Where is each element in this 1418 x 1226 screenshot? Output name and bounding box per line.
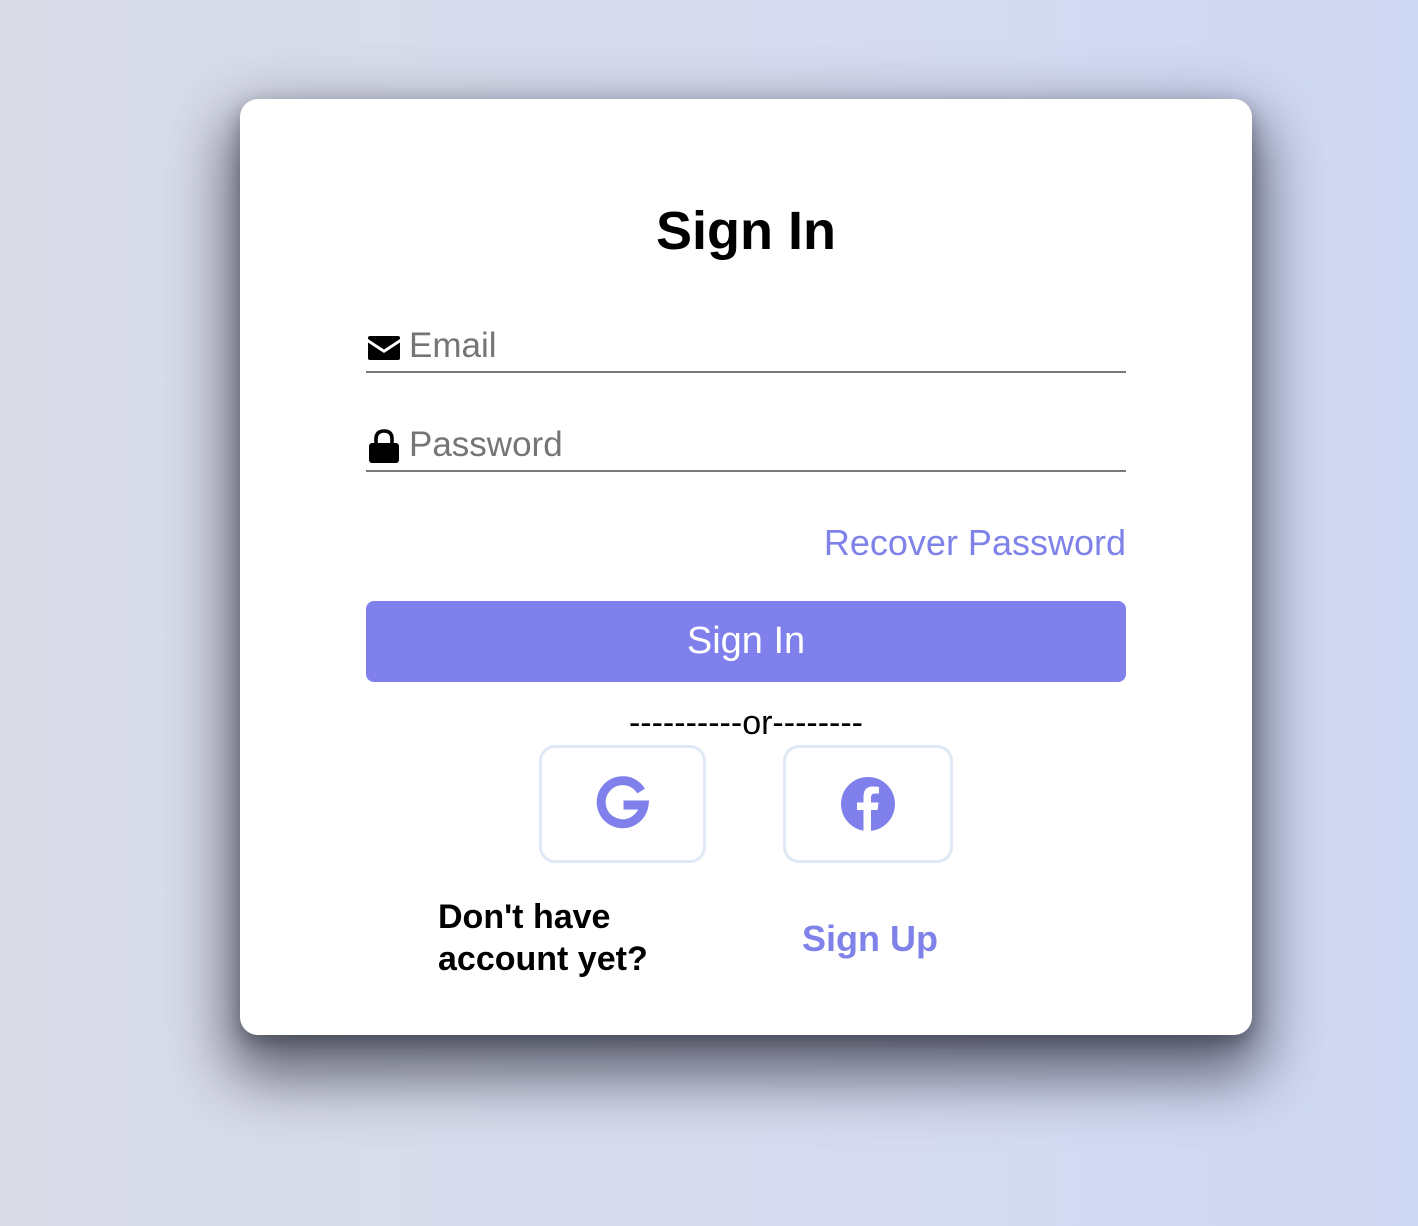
google-sign-in-button[interactable] bbox=[539, 745, 706, 863]
sign-up-link[interactable]: Sign Up bbox=[802, 917, 938, 961]
page-title: Sign In bbox=[656, 201, 836, 261]
password-input[interactable] bbox=[409, 422, 1119, 468]
envelope-icon bbox=[368, 336, 400, 360]
lock-icon bbox=[369, 429, 399, 463]
facebook-sign-in-button[interactable] bbox=[783, 745, 953, 863]
sign-in-button[interactable]: Sign In bbox=[366, 601, 1126, 682]
password-field-group bbox=[366, 422, 1126, 472]
recover-password-link[interactable]: Recover Password bbox=[824, 521, 1126, 565]
or-divider: ----------or-------- bbox=[628, 704, 864, 742]
google-icon bbox=[596, 776, 649, 829]
sign-in-card: Sign In Recover Password Sign In -------… bbox=[240, 99, 1252, 1035]
email-input[interactable] bbox=[409, 323, 1119, 369]
no-account-text: Don't have account yet? bbox=[438, 898, 648, 978]
email-field-group bbox=[366, 323, 1126, 373]
facebook-icon bbox=[841, 777, 895, 832]
